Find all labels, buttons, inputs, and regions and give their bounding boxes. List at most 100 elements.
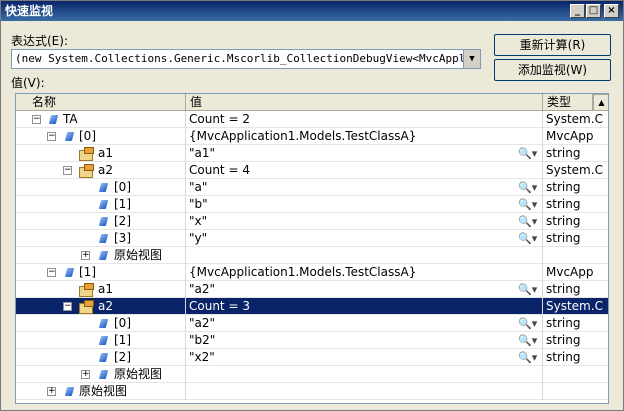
name-cell: [1]: [28, 196, 186, 213]
type-cell: string: [546, 180, 581, 194]
table-row[interactable]: [3] "y" 🔍▾ string: [16, 230, 608, 247]
row-name: [2]: [114, 214, 131, 228]
expression-text: (new System.Collections.Generic.Mscorlib…: [15, 52, 481, 65]
property-icon: [99, 199, 108, 210]
value-cell[interactable]: {MvcApplication1.Models.TestClassA}: [186, 128, 543, 145]
name-cell: − a2: [28, 162, 186, 179]
magnifier-icon[interactable]: 🔍▾: [518, 232, 540, 245]
expand-toggle[interactable]: +: [81, 370, 90, 379]
field-icon: [79, 164, 94, 178]
minimize-button[interactable]: _: [570, 4, 585, 18]
expression-input[interactable]: (new System.Collections.Generic.Mscorlib…: [11, 49, 481, 69]
quickwatch-window: 快速监视 _ □ × 表达式(E): (new System.Collectio…: [0, 0, 624, 411]
collapse-toggle[interactable]: −: [47, 268, 56, 277]
type-cell: [543, 366, 608, 383]
row-name: a2: [98, 299, 113, 313]
property-icon: [99, 233, 108, 244]
type-cell: string: [546, 214, 581, 228]
magnifier-icon[interactable]: 🔍▾: [518, 147, 540, 160]
name-cell: − [0]: [28, 128, 186, 145]
expression-label: 表达式(E):: [11, 34, 68, 48]
column-header-type[interactable]: 类型: [543, 94, 593, 111]
value-cell[interactable]: "b2": [186, 332, 543, 349]
value-cell[interactable]: "x": [186, 213, 543, 230]
row-name: [1]: [114, 333, 131, 347]
property-icon: [99, 352, 108, 363]
row-name: [0]: [79, 129, 96, 143]
name-cell: [3]: [28, 230, 186, 247]
property-icon: [65, 267, 74, 278]
value-text: "a": [189, 180, 208, 194]
magnifier-icon[interactable]: 🔍▾: [518, 181, 540, 194]
value-cell[interactable]: Count = 2: [186, 111, 543, 128]
value-cell[interactable]: "y": [186, 230, 543, 247]
value-cell[interactable]: "a": [186, 179, 543, 196]
table-row[interactable]: [2] "x2" 🔍▾ string: [16, 349, 608, 366]
expression-dropdown-button[interactable]: ▼: [463, 50, 480, 68]
row-name: 原始视图: [79, 384, 128, 398]
table-row[interactable]: [0] "a2" 🔍▾ string: [16, 315, 608, 332]
value-cell[interactable]: [186, 247, 543, 264]
magnifier-icon[interactable]: 🔍▾: [518, 283, 540, 296]
expand-toggle[interactable]: +: [81, 251, 90, 260]
table-row[interactable]: [0] "a" 🔍▾ string: [16, 179, 608, 196]
name-cell: − TA: [28, 111, 186, 128]
type-cell: System.C: [546, 163, 603, 177]
table-row[interactable]: − TA Count = 2 System.C: [16, 111, 608, 128]
recalculate-button[interactable]: 重新计算(R): [494, 34, 611, 56]
expand-toggle[interactable]: +: [47, 387, 56, 396]
value-cell[interactable]: "x2": [186, 349, 543, 366]
table-row[interactable]: [1] "b" 🔍▾ string: [16, 196, 608, 213]
magnifier-icon[interactable]: 🔍▾: [518, 317, 540, 330]
collapse-toggle[interactable]: −: [32, 115, 41, 124]
type-cell: [543, 383, 608, 400]
value-cell[interactable]: [186, 366, 543, 383]
close-button[interactable]: ×: [604, 4, 619, 18]
table-row[interactable]: a1 "a1" 🔍▾ string: [16, 145, 608, 162]
table-row[interactable]: − a2 Count = 4 System.C: [16, 162, 608, 179]
row-name: 原始视图: [114, 367, 163, 381]
table-row[interactable]: − [0] {MvcApplication1.Models.TestClassA…: [16, 128, 608, 145]
table-row[interactable]: + 原始视图: [16, 366, 608, 383]
row-name: 原始视图: [114, 248, 163, 262]
table-row[interactable]: + 原始视图: [16, 383, 608, 400]
magnifier-icon[interactable]: 🔍▾: [518, 334, 540, 347]
row-name: a1: [98, 282, 113, 296]
table-row[interactable]: [1] "b2" 🔍▾ string: [16, 332, 608, 349]
table-row-selected[interactable]: − a2 Count = 3 System.C: [16, 298, 608, 315]
collapse-toggle[interactable]: −: [63, 302, 72, 311]
value-cell[interactable]: "b": [186, 196, 543, 213]
collapse-toggle[interactable]: −: [47, 132, 56, 141]
name-cell: [2]: [28, 349, 186, 366]
table-row[interactable]: − [1] {MvcApplication1.Models.TestClassA…: [16, 264, 608, 281]
table-row[interactable]: a1 "a2" 🔍▾ string: [16, 281, 608, 298]
magnifier-icon[interactable]: 🔍▾: [518, 198, 540, 211]
magnifier-icon[interactable]: 🔍▾: [518, 351, 540, 364]
table-row[interactable]: + 原始视图: [16, 247, 608, 264]
collapse-toggle[interactable]: −: [63, 166, 72, 175]
column-header-name[interactable]: 名称: [28, 94, 186, 111]
maximize-button[interactable]: □: [586, 4, 601, 18]
value-text: "b": [189, 197, 208, 211]
value-cell[interactable]: "a2": [186, 281, 543, 298]
name-cell: + 原始视图: [28, 366, 186, 383]
scroll-up-button[interactable]: ▲: [593, 94, 608, 111]
grid-header: 名称 值 类型 ▲: [16, 94, 608, 111]
value-cell[interactable]: Count = 3: [186, 298, 543, 315]
value-cell[interactable]: Count = 4: [186, 162, 543, 179]
value-cell[interactable]: "a2": [186, 315, 543, 332]
type-cell: MvcApp: [546, 265, 594, 279]
name-cell: − [1]: [28, 264, 186, 281]
table-row[interactable]: [2] "x" 🔍▾ string: [16, 213, 608, 230]
value-text: "a1": [189, 146, 216, 160]
type-cell: string: [546, 146, 581, 160]
row-name: [0]: [114, 180, 131, 194]
column-header-value[interactable]: 值: [186, 94, 543, 111]
value-cell[interactable]: {MvcApplication1.Models.TestClassA}: [186, 264, 543, 281]
value-cell[interactable]: [186, 383, 543, 400]
value-cell[interactable]: "a1": [186, 145, 543, 162]
property-icon: [99, 182, 108, 193]
add-watch-button[interactable]: 添加监视(W): [494, 59, 611, 81]
row-name: TA: [63, 112, 78, 126]
magnifier-icon[interactable]: 🔍▾: [518, 215, 540, 228]
